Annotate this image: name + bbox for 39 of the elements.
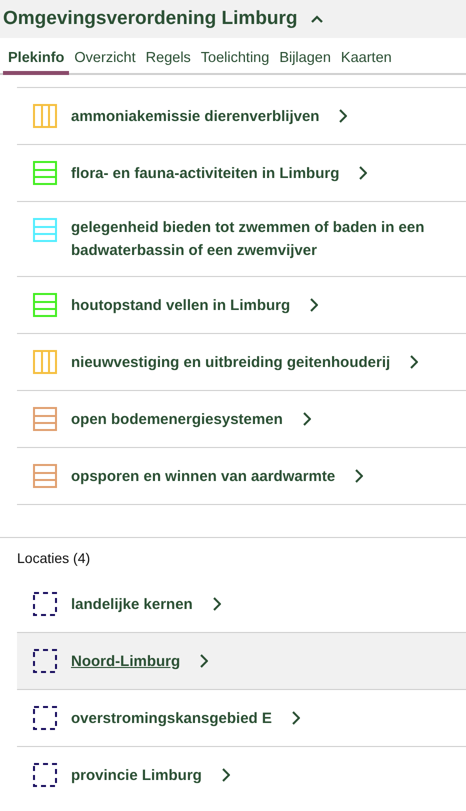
chevron-icon: [292, 711, 300, 725]
activity-label: opsporen en winnen van aardwarmte: [71, 466, 336, 486]
location-label: overstromingskansgebied E: [71, 708, 272, 728]
dashed-square-icon: [33, 763, 57, 787]
location-label: Noord-Limburg: [71, 652, 180, 672]
activity-item[interactable]: gelegenheid bieden tot zwemmen of baden in een badwaterbassin of een zwemvijver: [17, 201, 466, 276]
chevron-icon: [222, 768, 230, 782]
tab[interactable]: Toelichting: [196, 44, 274, 75]
tab[interactable]: Bijlagen: [274, 44, 336, 75]
location-item[interactable]: provincie Limburg: [17, 746, 466, 803]
location-label: landelijke kernen: [71, 594, 193, 614]
location-item[interactable]: overstromingskansgebied E: [17, 689, 466, 746]
activity-item[interactable]: ammoniakemissie dierenverblijven: [17, 87, 466, 144]
caret-icon[interactable]: [310, 14, 324, 24]
tab[interactable]: Plekinfo: [3, 44, 70, 75]
activity-label: houtopstand vellen in Limburg: [71, 296, 290, 316]
location-item[interactable]: landelijke kernen: [17, 576, 466, 632]
activity-label: gelegenheid bieden tot zwemmen of baden in een badwaterbassin of een zwemvijver: [71, 218, 426, 261]
activity-item[interactable]: open bodemenergiesystemen: [17, 390, 466, 447]
activity-label: ammoniakemissie dierenverblijven: [71, 106, 320, 126]
page-title: Omgevingsverordening Limburg: [3, 8, 298, 30]
activity-item[interactable]: opsporen en winnen van aardwarmte: [17, 447, 466, 505]
section-heading: Locaties (4): [16, 550, 92, 566]
chevron-icon: [200, 654, 208, 668]
activity-label: nieuwvestiging en uitbreiding geitenhouderij: [71, 352, 390, 372]
activity-label: open bodemenergiesystemen: [71, 410, 283, 430]
chevron-icon: [212, 597, 221, 611]
activity-item[interactable]: nieuwvestiging en uitbreiding geitenhouderij: [17, 333, 466, 390]
dashed-square-icon: [33, 592, 57, 616]
dashed-square-icon: [33, 649, 57, 673]
location-label: provincie Limburg: [71, 766, 202, 786]
dashed-square-icon: [33, 706, 57, 730]
tab[interactable]: Overzicht: [69, 44, 141, 75]
tab[interactable]: Kaarten: [336, 44, 397, 75]
location-item[interactable]: Noord-Limburg: [17, 632, 466, 689]
tab[interactable]: Regels: [140, 44, 196, 75]
activity-item[interactable]: flora- en fauna-activiteiten in Limburg: [17, 144, 466, 201]
activity-item[interactable]: houtopstand vellen in Limburg: [17, 276, 466, 333]
activity-label: flora- en fauna-activiteiten in Limburg: [71, 164, 340, 184]
